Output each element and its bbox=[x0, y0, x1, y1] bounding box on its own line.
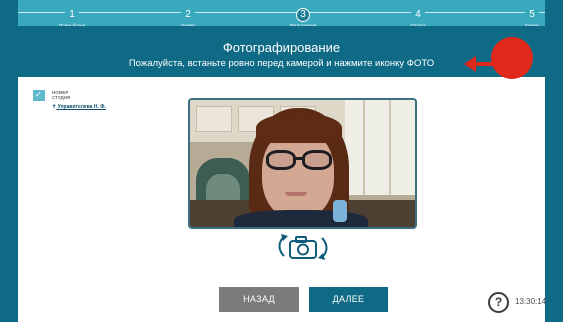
mask-strap bbox=[333, 200, 347, 222]
rotate-camera-icon bbox=[278, 234, 328, 260]
step-4: 4 Оплата bbox=[388, 4, 448, 28]
step-1: 1 Поиск брони bbox=[42, 4, 102, 28]
annotation-arrow-icon bbox=[464, 56, 500, 72]
person-fringe bbox=[256, 113, 342, 143]
left-frame bbox=[0, 0, 18, 322]
guest-name-link[interactable]: ✝ Управителева Н. Ф. bbox=[52, 104, 106, 110]
room-checkbox: ✓ bbox=[33, 90, 45, 101]
back-button[interactable]: НАЗАД bbox=[219, 287, 299, 312]
next-button[interactable]: ДАЛЕЕ bbox=[309, 287, 388, 312]
step-number: 1 bbox=[65, 8, 79, 22]
step-number: 5 bbox=[525, 8, 539, 22]
window-frame bbox=[363, 100, 365, 195]
ceiling-panel bbox=[196, 106, 232, 132]
step-number: 3 bbox=[296, 8, 310, 22]
person-face bbox=[262, 130, 334, 220]
window-frame bbox=[389, 100, 391, 195]
step-3: 3 Регистрация bbox=[273, 4, 333, 28]
person-icon: ✝ bbox=[52, 104, 57, 110]
camera-window bbox=[345, 100, 415, 195]
take-photo-button[interactable] bbox=[276, 232, 330, 262]
right-frame bbox=[545, 0, 563, 322]
glasses-left bbox=[266, 150, 296, 170]
room-type-label: НОМЕР СТУДИЯ bbox=[52, 90, 70, 100]
clock: 13:30:14 bbox=[515, 297, 547, 306]
room-label-line2: СТУДИЯ bbox=[52, 95, 71, 100]
step-number: 4 bbox=[411, 8, 425, 22]
person-shirt bbox=[234, 210, 368, 227]
help-button[interactable]: ? bbox=[488, 292, 509, 313]
person-mouth bbox=[285, 192, 307, 196]
step-2: 2 Номер bbox=[158, 4, 218, 28]
step-number: 2 bbox=[181, 8, 195, 22]
guest-name: Управителева Н. Ф. bbox=[57, 104, 106, 110]
glasses-bridge bbox=[296, 157, 304, 160]
progress-steps: 1 Поиск брони 2 Номер 3 Регистрация 4 Оп… bbox=[18, 0, 545, 28]
step-5: 5 Ключи bbox=[502, 4, 562, 28]
page-title: Фотографирование bbox=[222, 40, 341, 55]
glasses-right bbox=[302, 150, 332, 170]
camera-preview bbox=[188, 98, 417, 229]
